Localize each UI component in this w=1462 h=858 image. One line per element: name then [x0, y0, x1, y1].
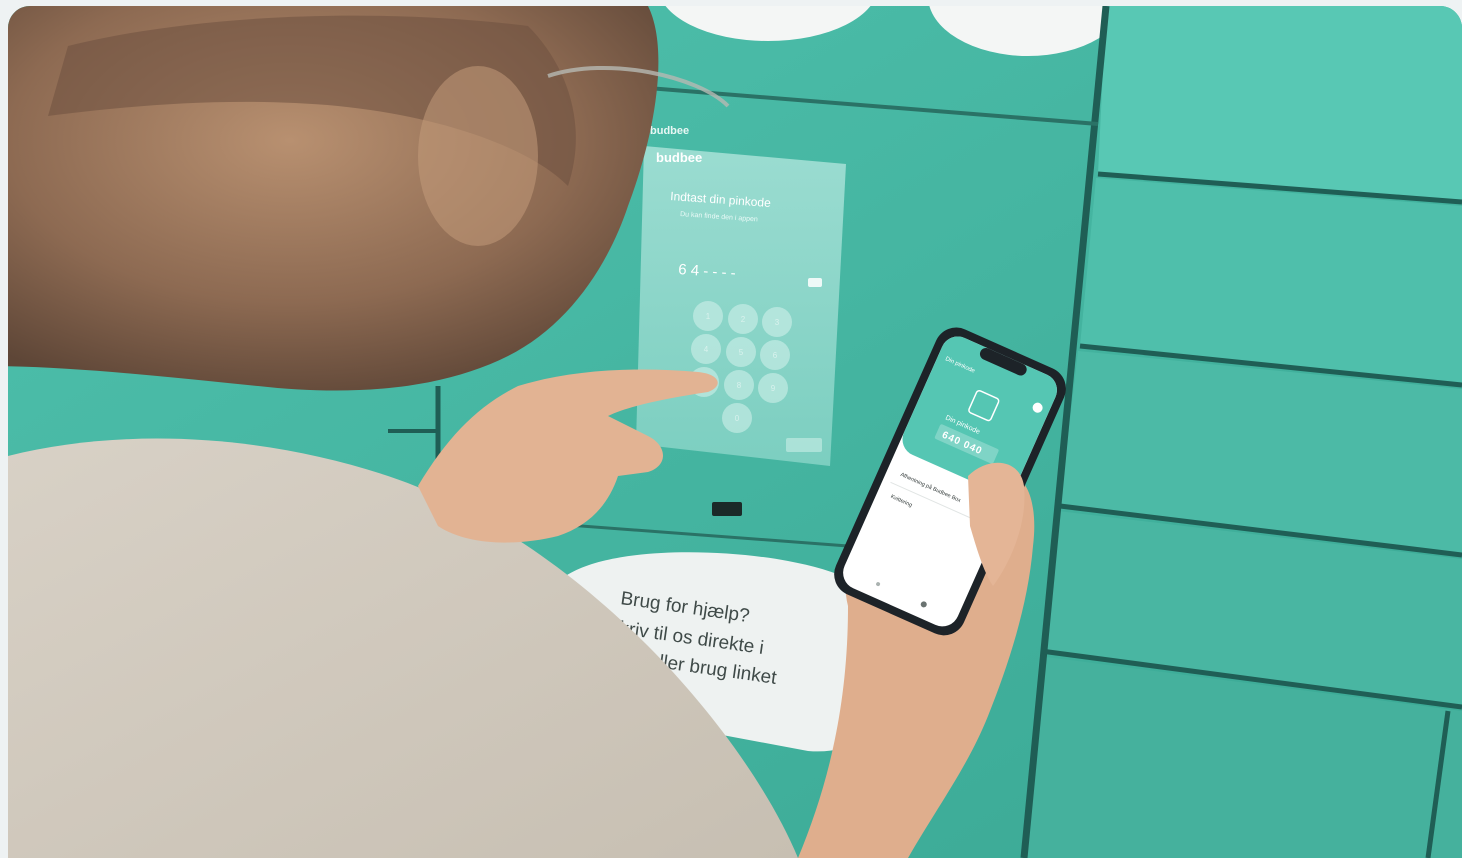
keypad-key-label: 1	[706, 312, 711, 321]
keypad-key-label: 5	[739, 348, 744, 357]
kiosk-footer-button[interactable]	[786, 438, 822, 452]
backspace-icon	[808, 278, 822, 287]
keypad-key-label: 2	[741, 315, 746, 324]
card-reader-slot	[712, 502, 742, 516]
keypad-key-label: 4	[704, 345, 709, 354]
keypad-key-label: 0	[735, 414, 740, 423]
keypad-key-label: 6	[773, 351, 778, 360]
keypad-key-label: 3	[775, 318, 780, 327]
locker-photo: budbee budbee Indtast din pinkode Du kan…	[8, 6, 1462, 858]
kiosk-screen: budbee budbee Indtast din pinkode Du kan…	[636, 125, 846, 466]
kiosk-brand-top: budbee	[650, 125, 689, 137]
keypad-key-label: 8	[737, 381, 742, 390]
kiosk-brand: budbee	[656, 150, 702, 165]
keypad-key-label: 9	[771, 384, 776, 393]
photo-frame: budbee budbee Indtast din pinkode Du kan…	[8, 6, 1462, 858]
